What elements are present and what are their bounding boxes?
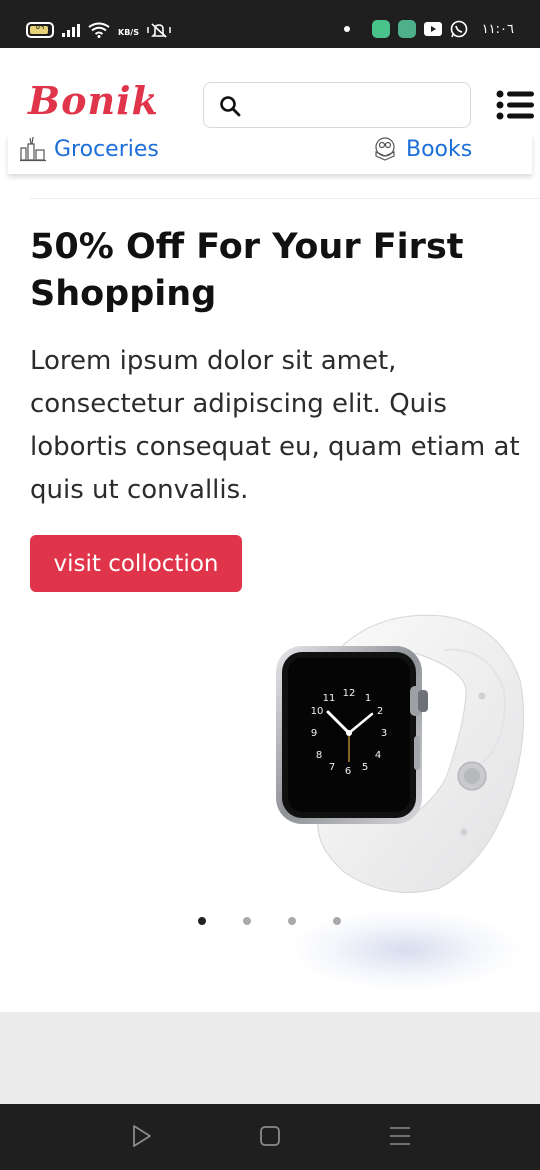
smartwatch-image: 12 1 2 3 4 5 6 7 8 9 10 11 (276, 614, 525, 893)
category-label: Books (406, 136, 473, 162)
home-square-icon[interactable] (258, 1124, 282, 1148)
svg-text:3: 3 (381, 728, 387, 739)
youtube-icon (423, 22, 442, 36)
wifi-icon (88, 22, 110, 38)
search-icon[interactable] (218, 94, 242, 118)
upload-app-icon (397, 20, 416, 38)
svg-text:10: 10 (311, 706, 324, 717)
menu-icon[interactable] (496, 90, 534, 120)
carousel-dots (198, 917, 341, 925)
svg-text:12: 12 (343, 688, 356, 699)
notification-dot (343, 26, 350, 32)
svg-text:8: 8 (316, 750, 322, 761)
svg-text:2: 2 (377, 706, 383, 717)
svg-text:6: 6 (345, 766, 351, 777)
phone-app-icon (371, 20, 390, 38)
clock: ١١:٠٦ (481, 21, 514, 37)
category-label: Groceries (54, 136, 159, 162)
svg-text:7: 7 (329, 762, 335, 773)
visit-collection-button[interactable]: visit colloction (30, 535, 242, 592)
status-bar: ٥٩ KB/S ١١:٠٦ (0, 0, 540, 48)
svg-text:4: 4 (375, 750, 381, 761)
whatsapp-icon (450, 20, 467, 38)
carousel-dot[interactable] (198, 917, 206, 925)
search-box[interactable] (203, 82, 471, 128)
svg-text:9: 9 (311, 728, 317, 739)
groceries-icon (20, 136, 46, 162)
category-groceries[interactable]: Groceries (20, 134, 159, 164)
recents-lines-icon[interactable] (388, 1124, 412, 1148)
books-icon (375, 137, 395, 161)
search-input[interactable] (250, 89, 460, 121)
category-books[interactable]: Books (372, 134, 472, 164)
net-speed: KB/S (118, 28, 139, 37)
status-right: ١١:٠٦ (343, 20, 514, 38)
battery-level: ٥٩ (35, 22, 45, 31)
battery-icon: ٥٩ (26, 22, 54, 38)
next-section-placeholder (0, 1012, 540, 1104)
status-left: ٥٩ KB/S (26, 22, 171, 38)
carousel-dot[interactable] (288, 917, 296, 925)
category-strip: Groceries Books (8, 134, 532, 174)
svg-text:1: 1 (365, 693, 371, 704)
hero-description: Lorem ipsum dolor sit amet, consectetur … (30, 346, 520, 505)
signal-icon (62, 23, 80, 37)
section-divider (30, 198, 540, 199)
hero-title: 50% Off For Your First Shopping (30, 227, 464, 314)
carousel-dot[interactable] (333, 917, 341, 925)
system-nav-bar (0, 1104, 540, 1170)
back-triangle-icon[interactable] (130, 1124, 154, 1148)
svg-text:5: 5 (362, 762, 368, 773)
carousel-dot[interactable] (243, 917, 251, 925)
svg-text:11: 11 (323, 693, 336, 704)
app-header: Bonik (0, 48, 540, 134)
mute-icon (147, 23, 171, 38)
brand-logo[interactable]: Bonik (28, 78, 159, 123)
